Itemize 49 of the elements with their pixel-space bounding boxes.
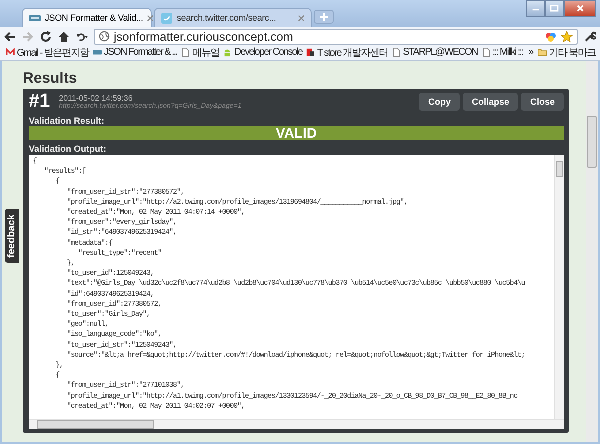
maximize-button[interactable] — [545, 0, 564, 17]
bookmark-item[interactable]: Developer Console — [223, 46, 302, 60]
extension-icon[interactable] — [545, 30, 557, 42]
back-icon[interactable] — [4, 30, 16, 42]
folder-icon — [538, 48, 548, 57]
bookmark-item[interactable]: 메뉴얼 — [181, 46, 220, 60]
validation-result-label: Validation Result: — [29, 116, 106, 126]
browser-tab[interactable]: JSON Formatter & Valid... — [22, 8, 152, 27]
close-button[interactable] — [564, 0, 596, 17]
bookmark-item[interactable]: STARPL@WECON — [392, 46, 478, 60]
panel-button[interactable]: Collapse — [462, 93, 518, 111]
more-bookmarks-button[interactable]: » — [528, 47, 534, 58]
browser-tab[interactable]: search.twitter.com/searc... — [154, 8, 312, 27]
page-icon — [392, 48, 402, 57]
result-number: #1 — [29, 91, 50, 113]
result-date: 2011-05-02 14:59:36 — [59, 94, 133, 103]
app-icon — [29, 12, 41, 24]
panel-button[interactable]: Close — [521, 93, 564, 111]
plus-icon — [320, 13, 328, 21]
maximize-icon — [550, 5, 559, 12]
validation-status-bar: VALID — [29, 126, 564, 140]
reload-icon[interactable] — [40, 30, 52, 42]
new-tab-button[interactable] — [314, 10, 334, 24]
results-heading: Results — [23, 70, 78, 87]
page-icon — [181, 48, 190, 57]
vertical-scrollbar[interactable] — [554, 155, 564, 419]
undo-icon[interactable] — [76, 30, 88, 42]
bookmark-item[interactable]: ::: Millki ::: — [482, 46, 524, 60]
address-bar[interactable]: jsonformatter.curiousconcept.com — [94, 28, 578, 44]
panel-button[interactable]: Copy — [419, 93, 460, 111]
close-icon[interactable] — [298, 14, 305, 22]
minimize-button[interactable] — [526, 0, 545, 17]
globe-icon — [99, 31, 110, 42]
mail-icon — [6, 48, 15, 57]
bookmark-item[interactable]: JSON Formatter & ... — [93, 46, 178, 60]
close-icon[interactable] — [147, 14, 154, 22]
close-icon — [576, 5, 584, 12]
validation-output-label: Validation Output: — [29, 144, 108, 154]
bookmark-item[interactable]: T store 개발자센터 — [306, 46, 388, 60]
other-bookmarks-folder[interactable]: 기타 북마크 — [538, 46, 596, 60]
feedback-tab[interactable]: feedback — [5, 209, 19, 263]
page-scrollbar[interactable] — [586, 61, 598, 442]
app-icon — [93, 48, 102, 57]
wrench-icon[interactable] — [584, 30, 596, 42]
home-icon[interactable] — [58, 30, 70, 42]
star-icon[interactable] — [561, 30, 573, 42]
horizontal-scrollbar[interactable] — [29, 419, 564, 429]
page-icon — [482, 48, 491, 57]
bookmark-item[interactable]: Gmail - 받은편지함 — [6, 46, 89, 60]
